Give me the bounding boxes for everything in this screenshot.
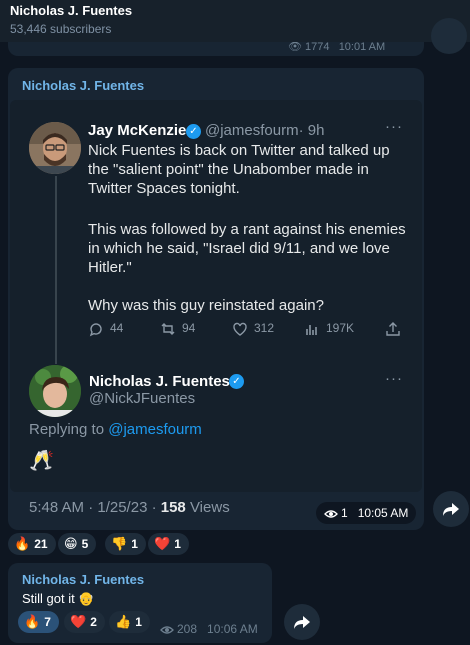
- reply-icon: [89, 323, 102, 337]
- previous-time: 10:01 AM: [338, 41, 386, 53]
- reaction-fire[interactable]: 🔥 7: [18, 611, 59, 633]
- forward-icon: [443, 503, 459, 516]
- reaction-heart[interactable]: ❤️ 1: [148, 533, 189, 555]
- share-icon: [386, 322, 400, 336]
- tweet-like-action[interactable]: 312: [232, 321, 274, 337]
- tweet-text-paragraph: Why was this guy reinstated again?: [88, 297, 324, 314]
- previous-share-button[interactable]: [431, 18, 467, 54]
- subscriber-count: 53,446 subscribers: [10, 22, 112, 36]
- forward-button[interactable]: [433, 491, 469, 527]
- message-time: 10:05 AM: [357, 506, 409, 520]
- forward-button[interactable]: [284, 604, 320, 640]
- forward-icon: [294, 616, 310, 629]
- message-views: 1: [341, 506, 348, 520]
- message-views: 208: [177, 622, 198, 636]
- old-man-emoji: 👴: [78, 591, 95, 606]
- reply-author-name[interactable]: Nicholas J. Fuentes: [89, 373, 230, 390]
- eye-icon: [324, 510, 338, 518]
- tweet-author-handle[interactable]: @jamesfourm· 9h: [205, 122, 324, 139]
- tweet-author-name[interactable]: Jay McKenzie: [88, 122, 186, 139]
- reaction-thumbs-down[interactable]: 👎 1: [105, 533, 146, 555]
- replying-to-handle[interactable]: @jamesfourm: [108, 421, 202, 438]
- avatar: [29, 365, 81, 417]
- tweet-text-paragraph: Nick Fuentes is back on Twitter and talk…: [88, 142, 390, 197]
- message-author[interactable]: Nicholas J. Fuentes: [22, 572, 144, 587]
- message-author[interactable]: Nicholas J. Fuentes: [22, 78, 144, 93]
- verified-badge-icon: ✓: [186, 124, 201, 139]
- tweet-share-action[interactable]: [385, 321, 407, 337]
- tweet-views-action[interactable]: 197K: [304, 321, 354, 337]
- retweet-icon: [161, 323, 175, 335]
- tweet-timestamp-views: 5:48 AM · 1/25/23 · 158 Views: [29, 499, 230, 516]
- tweet-reply-action[interactable]: 44: [88, 321, 123, 337]
- channel-header[interactable]: Nicholas J. Fuentes 53,446 subscribers: [0, 0, 470, 42]
- heart-icon: [233, 322, 247, 336]
- message-time: 10:06 AM: [207, 622, 258, 636]
- verified-badge-icon: ✓: [229, 374, 244, 389]
- previous-views: 1774: [305, 41, 330, 53]
- tweet-retweet-action[interactable]: 94: [160, 321, 195, 337]
- message-meta: 208 10:06 AM: [160, 622, 258, 636]
- more-options-icon[interactable]: ···: [385, 370, 403, 387]
- avatar: [29, 122, 81, 174]
- tweet-text-paragraph: This was followed by a rant against his …: [88, 221, 406, 276]
- champagne-emoji: 🥂: [29, 450, 54, 472]
- more-options-icon[interactable]: ···: [385, 118, 403, 135]
- reaction-grin[interactable]: 😁 5: [58, 533, 97, 555]
- reaction-thumbs-up[interactable]: 👍 1: [109, 611, 150, 633]
- message-meta-pill: 1 10:05 AM: [316, 502, 416, 524]
- eye-icon: [160, 626, 174, 634]
- thread-connector-line: [55, 176, 57, 364]
- eye-icon: 👁: [288, 41, 302, 53]
- reaction-fire[interactable]: 🔥 21: [8, 533, 56, 555]
- analytics-icon: [306, 325, 317, 335]
- message-text: Still got it 👴: [22, 591, 95, 606]
- reaction-heart[interactable]: ❤️ 2: [64, 611, 105, 633]
- channel-title: Nicholas J. Fuentes: [10, 3, 133, 18]
- replying-to-line: Replying to @jamesfourm: [29, 421, 202, 438]
- reply-author-handle[interactable]: @NickJFuentes: [89, 390, 195, 407]
